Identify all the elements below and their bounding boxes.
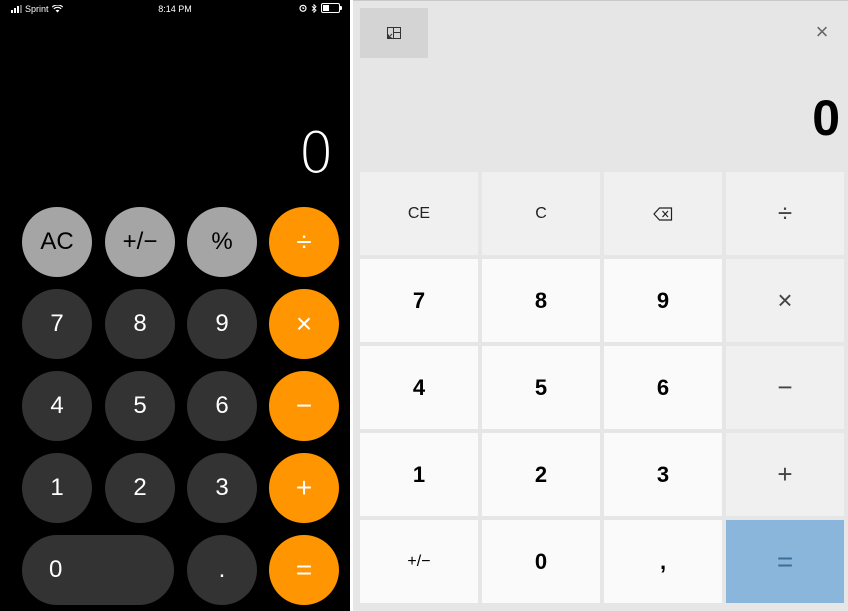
status-time: 8:14 PM — [158, 4, 192, 14]
ios-digit-8-button[interactable]: 8 — [105, 289, 175, 359]
keypad: CE C ÷ 7 8 9 × 4 5 6 − 1 2 3 + +/− 0 , = — [360, 172, 848, 605]
ios-divide-button[interactable]: ÷ — [269, 207, 339, 277]
status-bar: Sprint 8:14 PM — [0, 0, 350, 20]
ios-digit-0-button[interactable]: 0 — [22, 535, 174, 605]
win-decimal-button[interactable]: , — [604, 520, 722, 603]
win-digit-7-button[interactable]: 7 — [360, 259, 478, 342]
ios-digit-7-button[interactable]: 7 — [22, 289, 92, 359]
close-button[interactable]: × — [802, 10, 842, 54]
win-digit-8-button[interactable]: 8 — [482, 259, 600, 342]
win-digit-2-button[interactable]: 2 — [482, 433, 600, 516]
ios-digit-4-button[interactable]: 4 — [22, 371, 92, 441]
ios-digit-3-button[interactable]: 3 — [187, 453, 257, 523]
win-display: 0 — [812, 90, 840, 146]
ios-decimal-button[interactable]: . — [187, 535, 257, 605]
ios-equals-button[interactable]: = — [269, 535, 339, 605]
ios-digit-1-button[interactable]: 1 — [22, 453, 92, 523]
bluetooth-icon — [311, 3, 317, 13]
win-digit-1-button[interactable]: 1 — [360, 433, 478, 516]
win-clear-entry-button[interactable]: CE — [360, 172, 478, 255]
ios-digit-9-button[interactable]: 9 — [187, 289, 257, 359]
ios-digit-6-button[interactable]: 6 — [187, 371, 257, 441]
backspace-icon — [653, 206, 673, 221]
compact-overlay-button[interactable] — [360, 8, 428, 58]
battery-icon — [321, 3, 342, 13]
ios-percent-button[interactable]: % — [187, 207, 257, 277]
win-divide-button[interactable]: ÷ — [726, 172, 844, 255]
ios-digit-2-button[interactable]: 2 — [105, 453, 175, 523]
ios-multiply-button[interactable]: × — [269, 289, 339, 359]
win-digit-4-button[interactable]: 4 — [360, 346, 478, 429]
win-minus-button[interactable]: − — [726, 346, 844, 429]
win-digit-5-button[interactable]: 5 — [482, 346, 600, 429]
ios-display: 0 — [298, 121, 334, 186]
ios-digit-5-button[interactable]: 5 — [105, 371, 175, 441]
win-digit-9-button[interactable]: 9 — [604, 259, 722, 342]
win-digit-3-button[interactable]: 3 — [604, 433, 722, 516]
status-right — [299, 3, 342, 13]
win-equals-button[interactable]: = — [726, 520, 844, 603]
compact-overlay-icon — [387, 27, 401, 39]
ios-clear-button[interactable]: AC — [22, 207, 92, 277]
win-clear-button[interactable]: C — [482, 172, 600, 255]
win-backspace-button[interactable] — [604, 172, 722, 255]
alarm-icon — [299, 4, 307, 12]
win-digit-6-button[interactable]: 6 — [604, 346, 722, 429]
window-border — [353, 0, 848, 1]
ios-sign-button[interactable]: +/− — [105, 207, 175, 277]
win-sign-button[interactable]: +/− — [360, 520, 478, 603]
close-icon: × — [815, 19, 829, 44]
ios-calculator: Sprint 8:14 PM 0 AC +/− % ÷ 7 8 9 × 4 5 — [0, 0, 350, 611]
win-digit-0-button[interactable]: 0 — [482, 520, 600, 603]
windows-calculator: × 0 CE C ÷ 7 8 9 × 4 5 6 − 1 2 3 + +/− 0… — [353, 0, 848, 611]
ios-plus-button[interactable]: + — [269, 453, 339, 523]
ios-minus-button[interactable]: − — [269, 371, 339, 441]
win-plus-button[interactable]: + — [726, 433, 844, 516]
win-multiply-button[interactable]: × — [726, 259, 844, 342]
